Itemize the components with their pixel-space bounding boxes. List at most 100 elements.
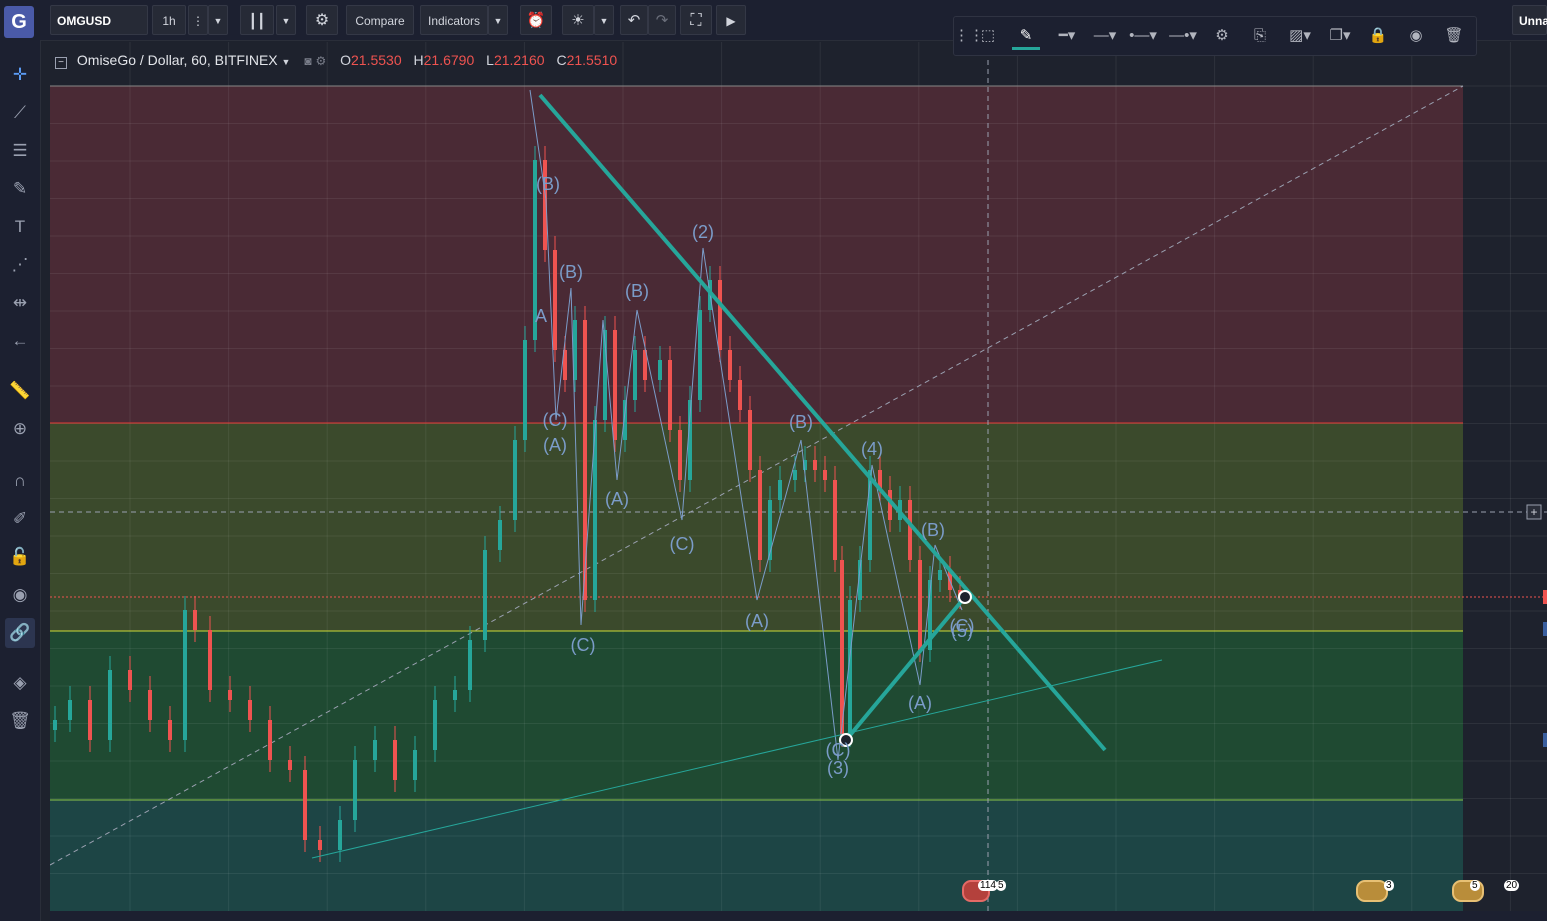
eye-icon[interactable]: ◉ xyxy=(5,580,35,610)
templates-dropdown-icon[interactable]: ▼ xyxy=(594,5,614,35)
wave-label[interactable]: (3) xyxy=(827,758,849,778)
candle-body xyxy=(353,760,357,820)
clone-icon[interactable]: ⎘ xyxy=(1246,22,1274,50)
candle-body xyxy=(108,670,112,740)
app-logo[interactable]: G xyxy=(4,6,34,38)
replay-play-icon[interactable]: ▶ xyxy=(716,5,746,35)
select-area-icon[interactable]: ⬚ xyxy=(974,22,1002,50)
fib-zone-lower[interactable] xyxy=(50,631,1463,800)
fill-icon[interactable]: ▨▾ xyxy=(1284,22,1316,50)
interval-dropdown-icon[interactable]: ▼ xyxy=(208,5,228,35)
price-chart[interactable]: (B) A (C) (A) (B) (B) (C) (A) (2) (C) (B) (A) (4) (C)… xyxy=(50,42,1547,911)
candle-body xyxy=(748,410,752,470)
chart-type-dropdown-icon[interactable]: ▼ xyxy=(276,5,296,35)
wave-label[interactable]: (C) xyxy=(543,410,568,430)
indicators-dropdown-icon[interactable]: ▼ xyxy=(488,5,508,35)
line-end-left-icon[interactable]: •—▾ xyxy=(1126,22,1160,50)
candle-body xyxy=(468,640,472,690)
alert-icon[interactable]: ⏰ xyxy=(520,5,552,35)
candle-body xyxy=(658,360,662,380)
wave-label[interactable]: (B) xyxy=(921,520,945,540)
open-label: O21.5530 xyxy=(340,52,402,68)
compare-button[interactable]: Compare xyxy=(346,5,414,35)
candle-body xyxy=(918,560,922,650)
wave-label[interactable]: (4) xyxy=(861,439,883,459)
fib-zone-upper[interactable] xyxy=(50,86,1463,423)
indicators-button[interactable]: Indicators xyxy=(420,5,488,35)
wave-label[interactable]: A xyxy=(535,306,547,326)
wave-label[interactable]: (A) xyxy=(543,435,567,455)
wave-label[interactable]: (B) xyxy=(625,281,649,301)
interval-button[interactable]: 1h xyxy=(152,5,186,35)
wave-label[interactable]: (C) xyxy=(571,635,596,655)
drawing-properties-toolbar: ⋮⋮ ⬚ ✎ ━▾ —▾ •—▾ —•▾ ⚙ ⎘ ▨▾ ❐▾ 🔒 ◉ 🗑 xyxy=(953,16,1477,56)
lock-icon[interactable]: 🔓 xyxy=(5,542,35,572)
trash-icon[interactable]: 🗑 xyxy=(1440,22,1468,50)
wave-label[interactable]: (B) xyxy=(536,174,560,194)
layout-name[interactable]: Unna xyxy=(1512,5,1547,35)
events-flag-1[interactable]: 114 5 xyxy=(962,880,1008,904)
lock-icon[interactable]: 🔒 xyxy=(1364,22,1392,50)
candle-body xyxy=(678,430,682,480)
wave-label[interactable]: (A) xyxy=(605,489,629,509)
collapse-icon[interactable]: − xyxy=(55,57,67,69)
chart-canvas[interactable]: (B) A (C) (A) (B) (B) (C) (A) (2) (C) (B) (A) (4) (C)… xyxy=(50,42,1547,911)
candle-body xyxy=(758,470,762,560)
redo-icon[interactable]: ↷ xyxy=(648,5,676,35)
time-axis[interactable] xyxy=(50,911,1547,921)
wave-label[interactable]: (C) xyxy=(826,740,851,760)
brush-icon[interactable]: ✎ xyxy=(5,174,35,204)
magnet-icon[interactable]: ∩ xyxy=(5,466,35,496)
events-flag-3[interactable]: 5 20 xyxy=(1452,880,1520,904)
trash-icon[interactable]: 🗑 xyxy=(5,706,35,736)
wave-label[interactable]: (2) xyxy=(692,222,714,242)
ruler-icon[interactable]: 📏 xyxy=(5,376,35,406)
symbol-search[interactable]: OMGUSD xyxy=(50,5,148,35)
measure-icon[interactable]: ⇹ xyxy=(5,288,35,318)
low-label: L21.2160 xyxy=(486,52,545,68)
zoom-icon[interactable]: ⊕ xyxy=(5,414,35,444)
copy-icon[interactable]: ❐▾ xyxy=(1324,22,1356,50)
text-icon[interactable]: T xyxy=(5,212,35,242)
line-width-icon[interactable]: ━▾ xyxy=(1050,22,1084,50)
more-intervals-icon[interactable]: ⋮ xyxy=(188,5,208,35)
events-flag-2[interactable]: 3 xyxy=(1356,880,1396,904)
chart-settings-icon[interactable]: ⚙ xyxy=(306,5,338,35)
link-icon[interactable]: 🔗 xyxy=(5,618,35,648)
price-axis-marker xyxy=(1543,590,1547,604)
fib-icon[interactable]: ☰ xyxy=(5,136,35,166)
fullscreen-icon[interactable]: ⛶ xyxy=(680,5,712,35)
series-dropdown-icon[interactable]: ▼ xyxy=(282,57,291,67)
back-arrow-icon[interactable]: ← xyxy=(5,326,35,356)
pencil-icon[interactable]: ✎ xyxy=(1012,22,1040,50)
price-axis-marker xyxy=(1543,622,1547,636)
candle-body xyxy=(393,740,397,780)
wave-label[interactable]: (A) xyxy=(745,611,769,631)
pattern-icon[interactable]: ⋰ xyxy=(5,250,35,280)
series-title[interactable]: OmiseGo / Dollar, 60, BITFINEX xyxy=(77,52,278,68)
wave-label[interactable]: (5) xyxy=(951,621,973,641)
candle-body xyxy=(498,520,502,550)
settings-icon[interactable]: ⚙ xyxy=(1208,22,1236,50)
line-style-icon[interactable]: —▾ xyxy=(1088,22,1122,50)
wave-label[interactable]: (A) xyxy=(908,693,932,713)
wave-label[interactable]: (C) xyxy=(670,534,695,554)
templates-icon[interactable]: ☀ xyxy=(562,5,594,35)
layers-icon[interactable]: ◈ xyxy=(5,668,35,698)
fib-zone-bottom[interactable] xyxy=(50,800,1463,911)
crosshair-icon[interactable]: ✛ xyxy=(5,60,35,90)
chart-type-candles-icon[interactable]: ┃┃ xyxy=(240,5,274,35)
line-end-right-icon[interactable]: —•▾ xyxy=(1166,22,1200,50)
eye-icon[interactable]: ◉ xyxy=(1402,22,1430,50)
wave-label[interactable]: (B) xyxy=(559,262,583,282)
candle-body xyxy=(338,820,342,850)
visibility-icon[interactable]: ◙ xyxy=(304,54,311,68)
settings-small-icon[interactable]: ⚙ xyxy=(315,54,326,68)
trendline-icon[interactable]: ⟋ xyxy=(5,98,35,128)
candle-body xyxy=(553,250,557,350)
drag-handle-icon[interactable]: ⋮⋮ xyxy=(954,22,984,50)
lock-pencil-icon[interactable]: ✐ xyxy=(5,504,35,534)
trendline-anchor-handle[interactable] xyxy=(958,590,972,604)
wave-label[interactable]: (B) xyxy=(789,412,813,432)
undo-icon[interactable]: ↶ xyxy=(620,5,648,35)
